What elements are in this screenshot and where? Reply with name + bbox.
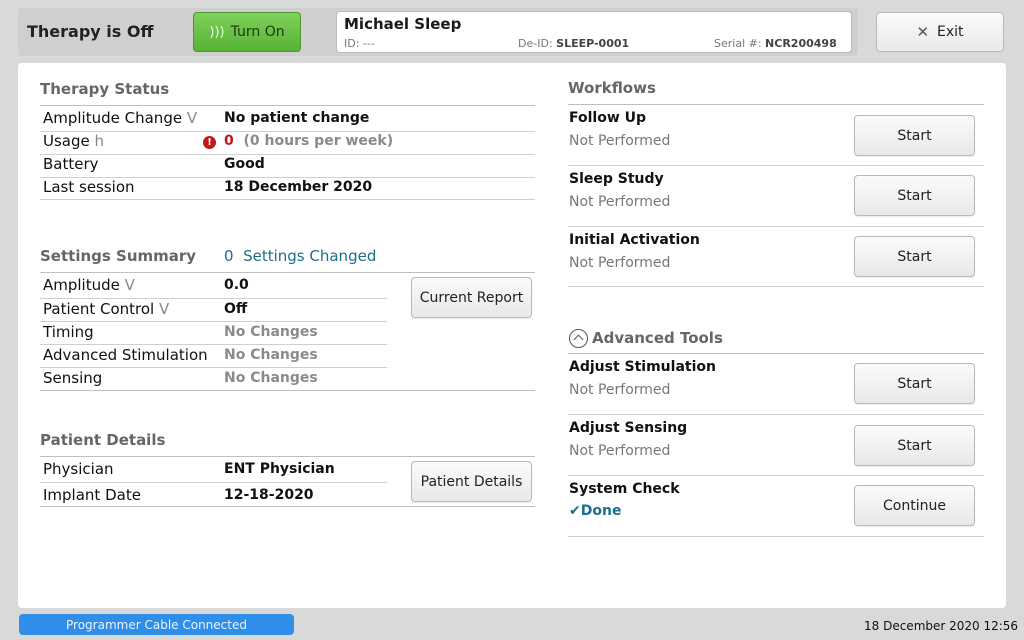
tool-adjust-stimulation-title: Adjust Stimulation: [569, 359, 716, 375]
sleep-study-start-button[interactable]: Start: [854, 175, 975, 216]
settings-row-amplitude: Amplitude V 0.0: [43, 276, 249, 294]
close-icon: ✕: [916, 23, 930, 41]
exit-button[interactable]: ✕ Exit: [876, 12, 1004, 52]
divider: [40, 482, 387, 483]
follow-up-start-button[interactable]: Start: [854, 115, 975, 156]
tool-system-check-status: ✔Done: [569, 503, 622, 519]
workflow-follow-up-title: Follow Up: [569, 110, 647, 126]
patient-details-heading: Patient Details: [40, 431, 166, 449]
divider: [568, 414, 984, 415]
therapy-status-title: Therapy is Off: [27, 22, 154, 41]
date-time: 18 December 2020 12:56: [864, 619, 1019, 633]
collapse-up-icon[interactable]: [569, 329, 588, 348]
workflow-sleep-study-status: Not Performed: [569, 194, 671, 210]
settings-row-timing: Timing No Changes: [43, 323, 318, 341]
therapy-row-usage: Usage h ! 0 (0 hours per week): [43, 132, 394, 150]
therapy-row-battery: Battery Good: [43, 155, 265, 173]
therapy-status-heading: Therapy Status: [40, 80, 170, 98]
divider: [40, 105, 535, 106]
divider: [568, 226, 984, 227]
divider: [568, 475, 984, 476]
therapy-row-last-session: Last session 18 December 2020: [43, 178, 373, 196]
divider: [40, 456, 535, 457]
divider: [40, 298, 387, 299]
divider: [40, 272, 535, 273]
patient-info-box: Michael Sleep ID: --- De-ID: SLEEP-0001 …: [336, 11, 852, 53]
settings-row-advanced-stimulation: Advanced Stimulation No Changes: [43, 346, 318, 364]
checkmark-icon: ✔: [569, 503, 581, 519]
patient-row-physician: Physician ENT Physician: [43, 460, 335, 478]
advanced-tools-heading[interactable]: Advanced Tools: [592, 329, 723, 347]
main-panel: Therapy Status Amplitude Change V No pat…: [18, 63, 1006, 608]
workflow-follow-up-status: Not Performed: [569, 133, 671, 149]
initial-activation-start-button[interactable]: Start: [854, 236, 975, 277]
divider: [40, 506, 535, 507]
settings-row-patient-control: Patient Control V Off: [43, 300, 248, 318]
divider: [40, 199, 535, 200]
divider: [568, 286, 984, 287]
alert-icon: !: [203, 136, 216, 149]
current-report-button[interactable]: Current Report: [411, 277, 532, 318]
adjust-stimulation-start-button[interactable]: Start: [854, 363, 975, 404]
tool-adjust-stimulation-status: Not Performed: [569, 382, 671, 398]
divider: [568, 536, 984, 537]
workflow-initial-activation-title: Initial Activation: [569, 232, 700, 248]
settings-summary-heading: Settings Summary: [40, 247, 197, 265]
turn-on-label: Turn On: [230, 24, 285, 40]
divider: [40, 367, 387, 368]
patient-deid: De-ID: SLEEP-0001: [518, 37, 630, 50]
workflow-sleep-study-title: Sleep Study: [569, 171, 664, 187]
settings-changed-count[interactable]: 0 Settings Changed: [224, 247, 376, 265]
settings-row-sensing: Sensing No Changes: [43, 369, 318, 387]
turn-on-button[interactable]: ))) Turn On: [193, 12, 301, 52]
divider: [40, 321, 387, 322]
adjust-sensing-start-button[interactable]: Start: [854, 425, 975, 466]
patient-id: ID: ---: [344, 37, 375, 50]
exit-label: Exit: [937, 24, 964, 40]
workflows-heading: Workflows: [568, 79, 656, 97]
wireless-signal-icon: ))): [209, 24, 225, 40]
tool-adjust-sensing-title: Adjust Sensing: [569, 420, 688, 436]
divider: [40, 344, 387, 345]
workflow-initial-activation-status: Not Performed: [569, 255, 671, 271]
patient-serial: Serial #: NCR200498: [714, 37, 837, 50]
system-check-continue-button[interactable]: Continue: [854, 485, 975, 526]
connection-status-badge: Programmer Cable Connected: [19, 614, 294, 635]
patient-details-button[interactable]: Patient Details: [411, 461, 532, 502]
divider: [568, 353, 984, 354]
divider: [568, 165, 984, 166]
therapy-row-amplitude-change: Amplitude Change V No patient change: [43, 109, 370, 127]
top-bar: Therapy is Off ))) Turn On Michael Sleep…: [18, 8, 858, 56]
divider: [568, 104, 984, 105]
divider: [40, 390, 535, 391]
tool-adjust-sensing-status: Not Performed: [569, 443, 671, 459]
patient-name: Michael Sleep: [344, 15, 462, 33]
tool-system-check-title: System Check: [569, 481, 680, 497]
